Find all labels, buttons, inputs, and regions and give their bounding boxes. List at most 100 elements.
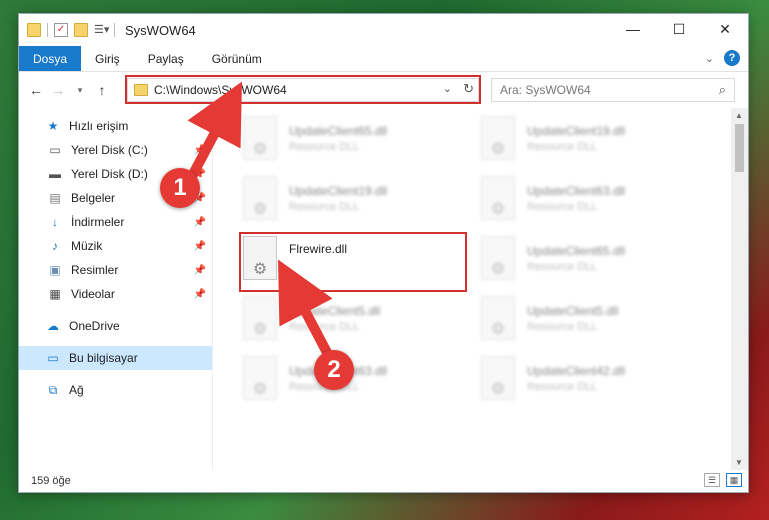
- sidebar-item-onedrive[interactable]: ☁ OneDrive: [19, 314, 212, 338]
- details-view-icon[interactable]: ☰: [704, 473, 720, 487]
- window-controls: — ☐ ✕: [610, 14, 748, 44]
- file-item[interactable]: ⚙ UpdateClient5.dll Resource DLL: [481, 292, 701, 344]
- forward-icon[interactable]: →: [47, 82, 69, 98]
- sidebar-item-label: Resimler: [71, 263, 119, 277]
- sidebar-item-label: Videolar: [71, 287, 115, 301]
- view-toggle: ☰ ▦: [704, 473, 742, 487]
- tab-view[interactable]: Görünüm: [198, 46, 276, 71]
- file-item[interactable]: ⚙ UpdateClient65.dll Resource DLL: [481, 232, 701, 284]
- item-count: 159 öğe: [31, 475, 71, 487]
- ribbon-right: ⌄ ?: [705, 50, 740, 66]
- properties-icon[interactable]: ✓: [54, 23, 68, 37]
- minimize-button[interactable]: —: [610, 14, 656, 44]
- file-name: UpdateClient19.dll: [527, 123, 626, 138]
- search-placeholder: Ara: SysWOW64: [500, 83, 591, 97]
- sidebar-item-label: Hızlı erişim: [69, 119, 129, 133]
- explorer-window: ✓ ☰▾ SysWOW64 — ☐ ✕ Dosya Giriş Paylaş G…: [18, 13, 749, 493]
- sidebar-item-label: Ağ: [69, 383, 84, 397]
- pin-icon[interactable]: 📌: [194, 217, 206, 228]
- highlight-box-address: [125, 75, 481, 104]
- back-icon[interactable]: ←: [25, 82, 47, 98]
- file-type: Resource DLL: [527, 320, 598, 333]
- file-name: UpdateClient5.dll: [527, 303, 619, 318]
- expand-ribbon-icon[interactable]: ⌄: [705, 52, 714, 65]
- file-type: Resource DLL: [527, 140, 598, 153]
- dll-file-icon: ⚙: [481, 356, 515, 400]
- sidebar-item-label: OneDrive: [69, 319, 120, 333]
- tab-file[interactable]: Dosya: [19, 46, 82, 71]
- file-item[interactable]: ⚙ UpdateClient5.dll Resource DLL: [243, 292, 463, 344]
- sidebar-item-pictures[interactable]: ▣ Resimler 📌: [19, 258, 212, 282]
- callout-badge-2: 2: [314, 350, 354, 390]
- folder-icon: [27, 23, 41, 37]
- dll-file-icon: ⚙: [243, 356, 277, 400]
- file-type: Resource DLL: [527, 260, 598, 273]
- sidebar-item-quick-access[interactable]: ★ Hızlı erişim: [19, 114, 212, 138]
- file-type: Resource DLL: [527, 380, 598, 393]
- dll-file-icon: ⚙: [243, 116, 277, 160]
- maximize-button[interactable]: ☐: [656, 14, 702, 44]
- pin-icon[interactable]: 📌: [194, 241, 206, 252]
- sidebar-item-label: Müzik: [71, 239, 103, 253]
- sidebar-item-music[interactable]: ♪ Müzik 📌: [19, 234, 212, 258]
- sidebar-item-label: Belgeler: [71, 191, 116, 205]
- scroll-thumb[interactable]: [735, 124, 744, 172]
- file-type: Resource DLL: [289, 320, 360, 333]
- callout-badge-1: 1: [160, 168, 200, 208]
- close-button[interactable]: ✕: [702, 14, 748, 44]
- video-icon: ▦: [49, 287, 61, 301]
- recent-locations-icon[interactable]: ▾: [69, 85, 91, 96]
- file-item[interactable]: ⚙ UpdateClient19.dll Resource DLL: [481, 112, 701, 164]
- pin-icon[interactable]: 📌: [194, 265, 206, 276]
- navigation-pane: ★ Hızlı erişim ▭ Yerel Disk (C:) 📌 ▬ Yer…: [19, 108, 213, 470]
- file-item[interactable]: ⚙ UpdateClient63.dllResource DLL: [243, 352, 463, 404]
- new-folder-icon[interactable]: [74, 23, 88, 37]
- up-icon[interactable]: ↑: [91, 82, 113, 98]
- file-item[interactable]: ⚙ UpdateClient42.dll Resource DLL: [481, 352, 701, 404]
- scroll-up-icon[interactable]: ▲: [735, 111, 743, 120]
- search-input[interactable]: Ara: SysWOW64 ⌕: [491, 78, 735, 102]
- address-row: ← → ▾ ↑ C:\Windows\SysWOW64 ⌄ ↻ Ara: Sys…: [19, 72, 748, 108]
- divider: [114, 23, 115, 37]
- sidebar-item-label: Yerel Disk (D:): [71, 167, 148, 181]
- pin-icon[interactable]: 📌: [194, 289, 206, 300]
- quick-access-toolbar: ✓ ☰▾: [19, 23, 115, 37]
- tab-share[interactable]: Paylaş: [134, 46, 198, 71]
- file-name: UpdateClient65.dll: [527, 243, 626, 258]
- file-type: Resource DLL: [289, 200, 360, 213]
- sidebar-item-network[interactable]: ⧉ Ağ: [19, 378, 212, 402]
- pin-icon[interactable]: 📌: [194, 145, 206, 156]
- dll-file-icon: ⚙: [481, 236, 515, 280]
- tiles-view-icon[interactable]: ▦: [726, 473, 742, 487]
- pictures-icon: ▣: [49, 263, 61, 277]
- sidebar-item-downloads[interactable]: ↓ İndirmeler 📌: [19, 210, 212, 234]
- sidebar-item-label: İndirmeler: [71, 215, 125, 229]
- file-name: UpdateClient42.dll: [527, 363, 626, 378]
- file-item[interactable]: ⚙ UpdateClient19.dll Resource DLL: [243, 172, 463, 224]
- sidebar-item-videos[interactable]: ▦ Videolar 📌: [19, 282, 212, 306]
- file-name: UpdateClient5.dll: [289, 303, 381, 318]
- file-item[interactable]: ⚙ UpdateClient65.dll Resource DLL: [243, 112, 463, 164]
- download-icon: ↓: [52, 215, 58, 229]
- file-item[interactable]: ⚙ UpdateClient63.dll Resource DLL: [481, 172, 701, 224]
- tab-home[interactable]: Giriş: [81, 46, 134, 71]
- window-title: SysWOW64: [125, 22, 196, 38]
- sidebar-item-local-disk-c[interactable]: ▭ Yerel Disk (C:) 📌: [19, 138, 212, 162]
- file-name: UpdateClient63.dll: [527, 183, 626, 198]
- dll-file-icon: ⚙: [481, 296, 515, 340]
- sidebar-item-this-pc[interactable]: ▭ Bu bilgisayar: [19, 346, 212, 370]
- file-list: ⚙ UpdateClient65.dll Resource DLL ⚙ Updat…: [215, 108, 730, 470]
- drive-icon: ▬: [49, 167, 61, 181]
- help-icon[interactable]: ?: [724, 50, 740, 66]
- search-icon[interactable]: ⌕: [719, 82, 726, 98]
- dll-file-icon: ⚙: [481, 176, 515, 220]
- vertical-scrollbar[interactable]: ▲ ▼: [731, 108, 748, 470]
- file-type: Resource DLL: [527, 200, 598, 213]
- file-name: UpdateClient19.dll: [289, 183, 388, 198]
- scroll-down-icon[interactable]: ▼: [735, 458, 743, 467]
- ribbon-tabs: Dosya Giriş Paylaş Görünüm ⌄ ?: [19, 46, 748, 72]
- dll-file-icon: ⚙: [481, 116, 515, 160]
- customize-toolbar-icon[interactable]: ☰▾: [94, 23, 109, 37]
